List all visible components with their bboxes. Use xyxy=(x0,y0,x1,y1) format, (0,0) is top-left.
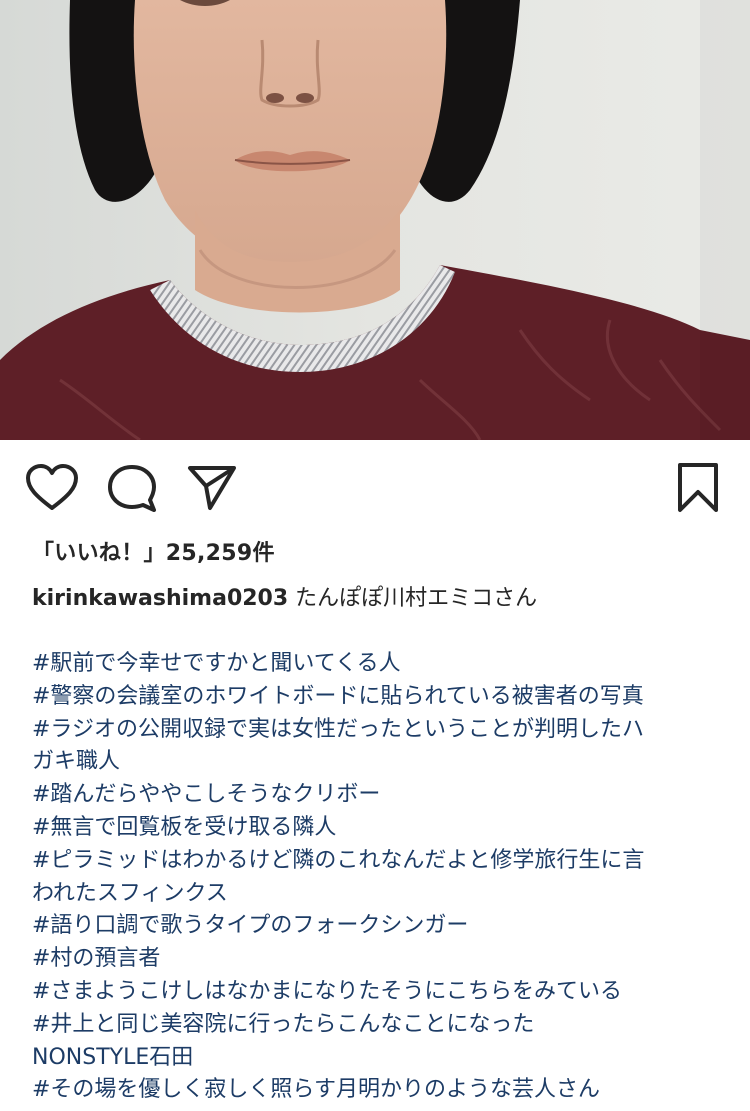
caption-header: kirinkawashima0203 たんぽぽ川村エミコさん xyxy=(32,580,537,612)
post-photo[interactable] xyxy=(0,0,750,440)
hashtag-line[interactable]: #さまようこけしはなかまになりたそうにこちらをみている xyxy=(32,976,722,1009)
bookmark-icon[interactable] xyxy=(674,462,722,518)
hashtag-line[interactable]: #井上と同じ美容院に行ったらこんなことになった xyxy=(32,1009,722,1042)
hashtag-line[interactable]: ガキ職人 xyxy=(32,746,722,779)
like-count[interactable]: 「いいね！」25,259件 xyxy=(32,535,275,567)
hashtag-line[interactable]: われたスフィンクス xyxy=(32,878,722,911)
hashtag-line[interactable]: #ピラミッドはわかるけど隣のこれなんだよと修学旅行生に言 xyxy=(32,845,722,878)
hashtag-line[interactable]: #村の預言者 xyxy=(32,943,722,976)
hashtag-line[interactable]: #ラジオの公開収録で実は女性だったということが判明したハ xyxy=(32,714,722,747)
hashtag-line[interactable]: #踏んだらややこしそうなクリボー xyxy=(32,779,722,812)
hashtag-list: #駅前で今幸せですかと聞いてくる人 #警察の会議室のホワイトボードに貼られている… xyxy=(32,648,722,1107)
username-link[interactable]: kirinkawashima0203 xyxy=(32,586,288,611)
hashtag-line[interactable]: #語り口調で歌うタイプのフォークシンガー xyxy=(32,910,722,943)
comment-icon[interactable] xyxy=(106,464,158,516)
heart-icon[interactable] xyxy=(26,464,78,516)
action-bar xyxy=(0,440,750,530)
hashtag-line[interactable]: #その場を優しく寂しく照らす月明かりのような芸人さん xyxy=(32,1074,722,1107)
hashtag-line[interactable]: #警察の会議室のホワイトボードに貼られている被害者の写真 xyxy=(32,681,722,714)
hashtag-line[interactable]: NONSTYLE石田 xyxy=(32,1042,722,1075)
caption-text: たんぽぽ川村エミコさん xyxy=(295,586,538,611)
paper-plane-icon[interactable] xyxy=(186,464,238,516)
portrait-illustration xyxy=(0,0,750,440)
hashtag-line[interactable]: #無言で回覧板を受け取る隣人 xyxy=(32,812,722,845)
hashtag-line[interactable]: #駅前で今幸せですかと聞いてくる人 xyxy=(32,648,722,681)
